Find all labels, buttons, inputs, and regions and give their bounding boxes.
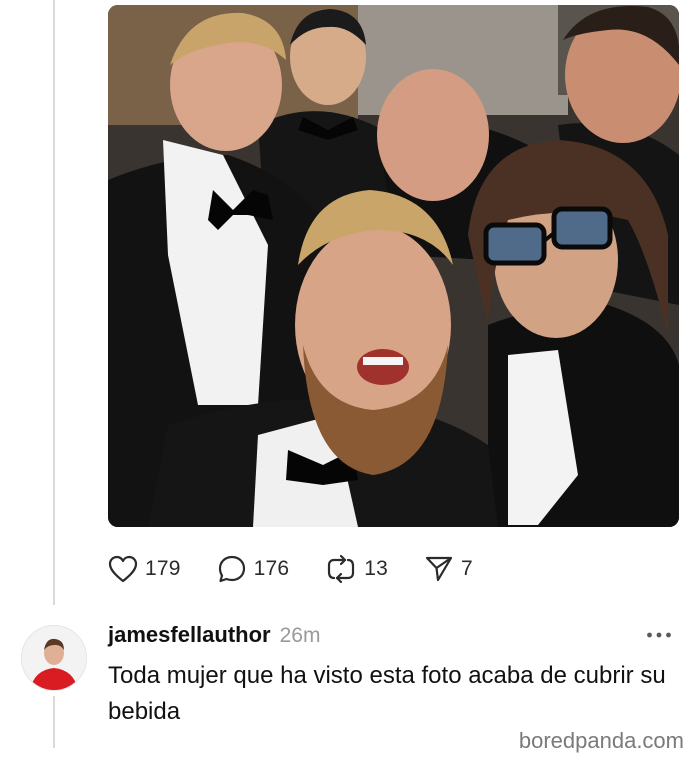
repost-icon: [328, 554, 355, 584]
reply-text: Toda mujer que ha visto esta foto acaba …: [108, 662, 666, 725]
share-button[interactable]: 7: [424, 555, 473, 583]
share-icon: [425, 556, 453, 582]
post-photo[interactable]: [108, 5, 679, 527]
more-options-icon: [647, 632, 671, 638]
repost-button[interactable]: 13: [325, 554, 388, 584]
avatar-image: [22, 626, 86, 690]
more-options-button[interactable]: [646, 627, 672, 645]
comment-count: 176: [253, 557, 290, 580]
username[interactable]: jamesfellauthor: [108, 622, 271, 648]
watermark: boredpanda.com: [518, 728, 684, 753]
thread-line: [53, 0, 55, 605]
avatar[interactable]: [21, 625, 87, 691]
thread-line-reply: [53, 696, 55, 748]
timestamp: 26m: [279, 624, 321, 647]
comment-button[interactable]: 176: [217, 554, 290, 584]
repost-count: 13: [364, 557, 389, 580]
comment-icon: [218, 555, 245, 583]
post-actions: 179 176 13 7: [108, 553, 509, 585]
photo-image: [108, 5, 679, 527]
like-button[interactable]: 179: [108, 555, 181, 583]
reply-header: jamesfellauthor 26m: [108, 622, 320, 648]
heart-icon: [108, 555, 138, 583]
share-count: 7: [461, 557, 473, 580]
like-count: 179: [145, 557, 181, 580]
